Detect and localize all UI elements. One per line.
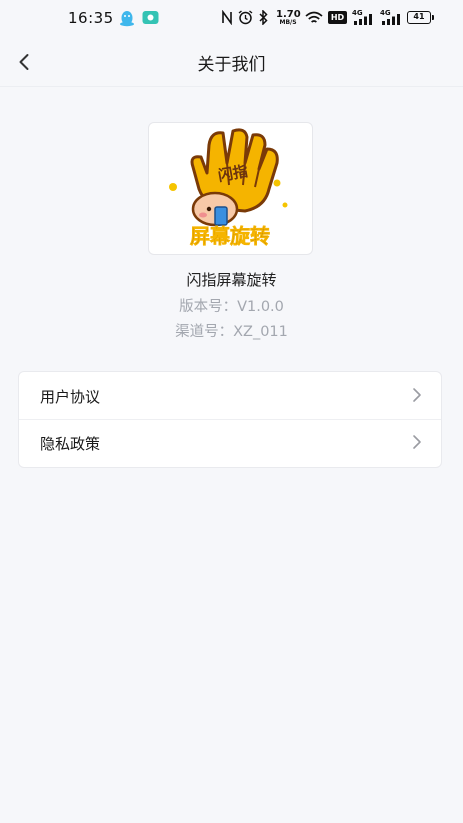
- status-time: 16:35: [68, 9, 114, 27]
- chevron-right-icon: [413, 388, 421, 402]
- app-channel: 渠道号：XZ_011: [175, 324, 288, 340]
- app-logo-illustration: 闪指 屏幕旋转: [169, 128, 288, 248]
- privacy-policy-item[interactable]: 隐私政策: [19, 419, 441, 466]
- cellular-signal-1: 4G: [352, 9, 374, 25]
- signal-bars-2-icon: [382, 14, 400, 25]
- battery-indicator: 41: [407, 11, 434, 24]
- qq-notification-icon: [120, 11, 134, 27]
- hd-badge: HD: [328, 11, 347, 24]
- user-agreement-item[interactable]: 用户协议: [19, 372, 441, 420]
- message-notification-icon: [142, 11, 159, 24]
- signal-bars-1-icon: [354, 14, 372, 25]
- app-name: 闪指屏幕旋转: [186, 271, 277, 289]
- network-speed: 1.70 MB/S: [276, 10, 301, 26]
- network-speed-unit: MB/S: [279, 19, 297, 26]
- bluetooth-icon: [259, 10, 268, 25]
- battery-level: 41: [413, 12, 425, 21]
- page-title: 关于我们: [197, 55, 266, 75]
- app-logo: 闪指 屏幕旋转: [148, 122, 313, 255]
- logo-bottom-text: 屏幕旋转: [190, 224, 270, 248]
- hd-label: HD: [330, 13, 345, 22]
- app-version: 版本号：V1.0.0: [179, 299, 284, 315]
- privacy-policy-label: 隐私政策: [40, 435, 101, 453]
- menu-card: 用户协议 隐私政策: [18, 371, 442, 468]
- chevron-right-icon: [413, 435, 421, 449]
- nfc-icon: [222, 10, 232, 25]
- nav-bar: 关于我们: [0, 38, 463, 87]
- alarm-icon: [238, 10, 253, 25]
- user-agreement-label: 用户协议: [40, 388, 101, 406]
- status-bar: 16:35 1.70 MB/S HD 4G 4G 41: [0, 0, 463, 38]
- cellular-signal-2: 4G: [380, 9, 402, 25]
- wifi-icon: [305, 11, 323, 23]
